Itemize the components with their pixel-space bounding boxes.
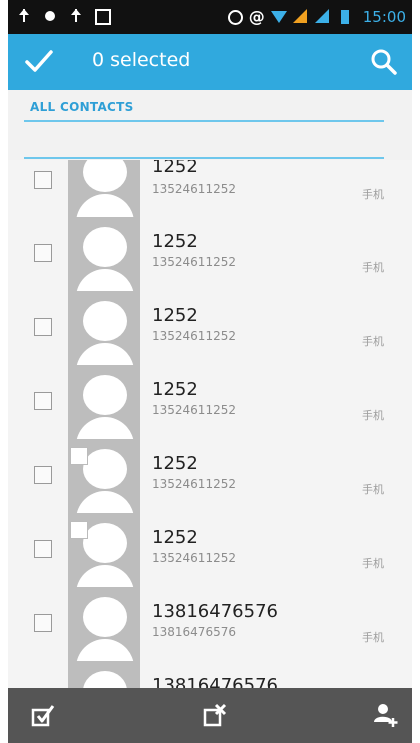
avatar [68,160,140,217]
contact-list[interactable]: 1252 13524611252 手机 1252 13524611252 手机 … [8,160,412,688]
contact-checkbox[interactable] [34,466,52,484]
select-all-icon[interactable] [30,702,56,728]
list-item[interactable]: 1252 13524611252 手机 [8,365,412,439]
list-item[interactable]: 1252 13524611252 手机 [8,291,412,365]
usb-icon [68,8,84,24]
signal-icon [292,9,309,25]
tab-all-contacts[interactable]: ALL CONTACTS [8,90,412,130]
avatar [68,365,140,439]
avatar [68,587,140,661]
action-bar: 0 selected [8,34,412,90]
contact-checkbox[interactable] [34,614,52,632]
list-item[interactable]: 1252 13524611252 手机 [8,513,412,587]
battery-icon [337,9,353,25]
at-icon [249,7,265,26]
contact-checkbox[interactable] [34,244,52,262]
list-item[interactable]: 13816476576 [8,661,412,688]
avatar [68,291,140,365]
selection-title: 0 selected [92,49,191,71]
tab-indicator [24,120,384,122]
wifi-icon [270,9,287,25]
tab-label: ALL CONTACTS [30,100,134,114]
contact-number: 13524611252 [152,551,236,565]
contact-name: 1252 [152,379,198,400]
status-bar: 15:00 [8,0,412,34]
contact-name: 1252 [152,453,198,474]
header-divider [24,157,384,159]
contact-number: 13524611252 [152,329,236,343]
contact-type: 手机 [362,261,384,274]
contact-type: 手机 [362,409,384,422]
contact-name: 13816476576 [152,675,278,688]
contact-name: 13816476576 [152,601,278,622]
list-item[interactable]: 1252 13524611252 手机 [8,217,412,291]
contact-number: 13524611252 [152,255,236,269]
avatar [68,661,140,688]
list-item[interactable]: 1252 13524611252 手机 [8,160,412,217]
contact-name: 1252 [152,305,198,326]
avatar [68,217,140,291]
box-icon [94,8,111,25]
status-right: 15:00 [227,7,406,26]
contact-name: 1252 [152,160,198,177]
contact-type: 手机 [362,483,384,496]
app-frame: 15:00 0 selected ALL CONTACTS 1252 13524… [8,0,412,743]
contact-name: 1252 [152,231,198,252]
usb-icon [16,8,32,24]
contact-number: 13816476576 [152,625,236,639]
bottom-action-bar [8,688,412,743]
contact-number: 13524611252 [152,182,236,196]
status-left [16,8,111,25]
check-icon[interactable] [24,48,54,74]
add-contact-icon[interactable] [372,702,398,728]
contact-type: 手机 [362,631,384,644]
contact-checkbox[interactable] [34,171,52,189]
contact-type: 手机 [362,188,384,201]
deselect-all-icon[interactable] [202,702,228,728]
bug-icon [42,8,58,24]
contact-name: 1252 [152,527,198,548]
contact-checkbox[interactable] [34,318,52,336]
contact-type: 手机 [362,557,384,570]
list-item[interactable]: 1252 13524611252 手机 [8,439,412,513]
signal-icon [314,9,331,25]
contact-type: 手机 [362,335,384,348]
avatar-badge [70,521,88,539]
status-time: 15:00 [362,8,406,26]
contact-number: 13524611252 [152,477,236,491]
contact-checkbox[interactable] [34,392,52,410]
contact-checkbox[interactable] [34,540,52,558]
avatar-badge [70,447,88,465]
alarm-icon [227,9,243,25]
search-icon[interactable] [370,48,398,76]
contact-number: 13524611252 [152,403,236,417]
list-item[interactable]: 13816476576 13816476576 手机 [8,587,412,661]
